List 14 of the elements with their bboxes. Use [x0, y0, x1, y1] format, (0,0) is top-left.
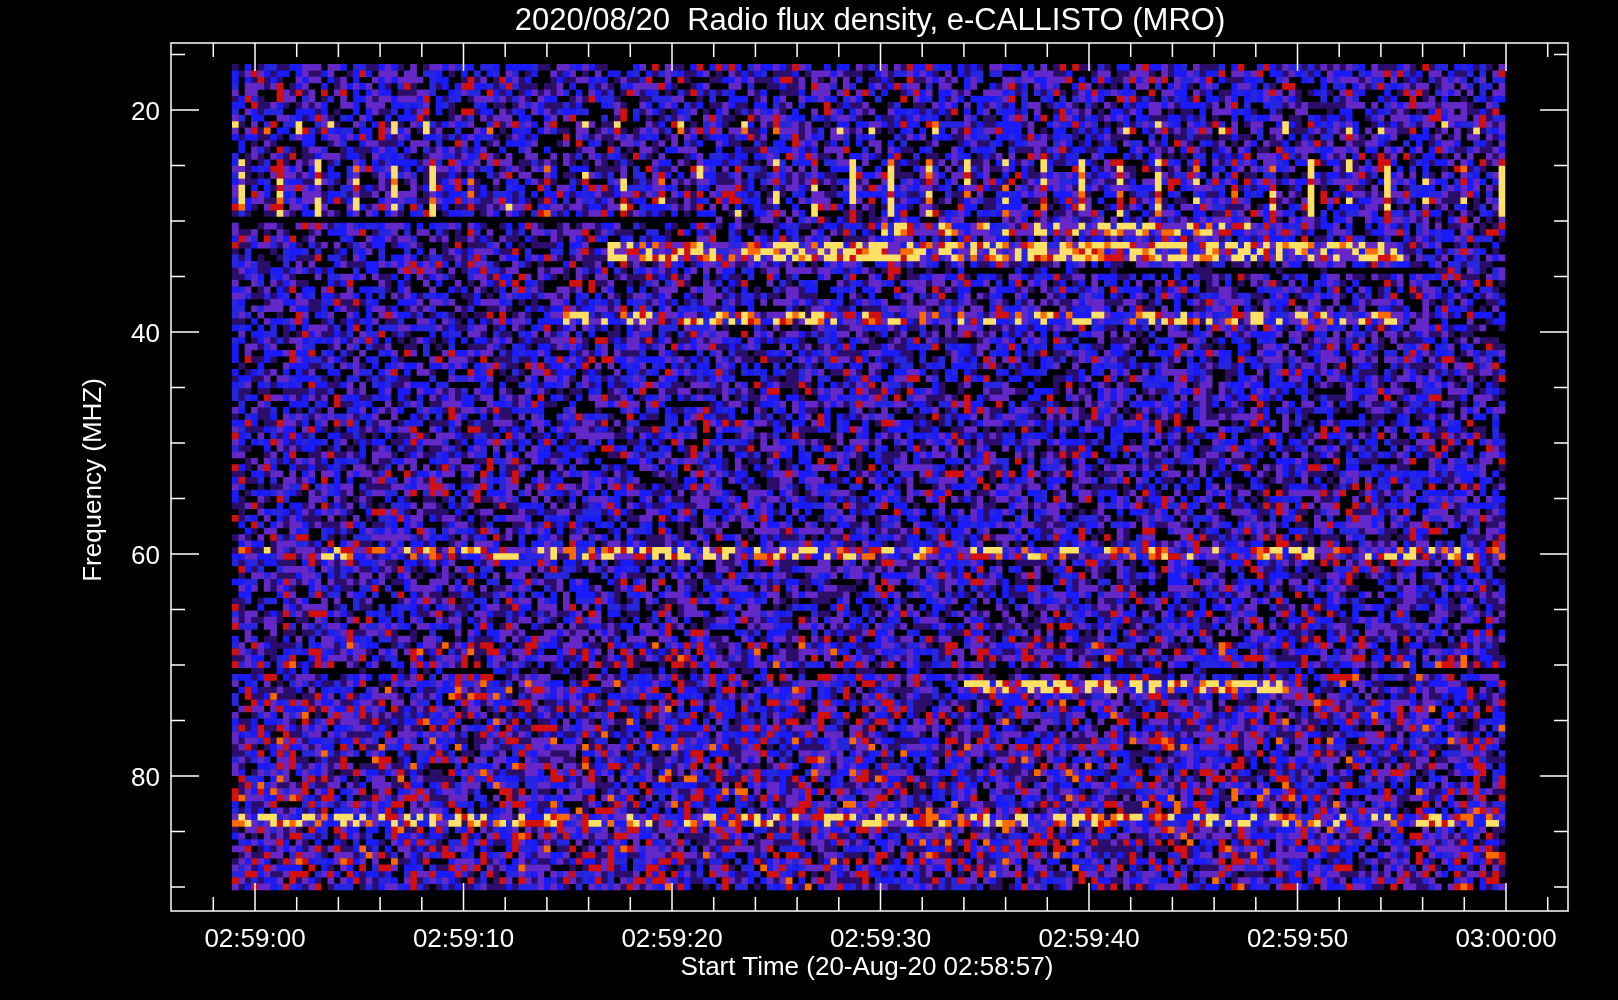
chart-title: 2020/08/20 Radio flux density, e-CALLISTO (MRO) [514, 2, 1226, 37]
x-tick-label: 02:59:30 [829, 923, 932, 953]
y-tick-label: 80 [131, 762, 160, 792]
x-tick-label: 03:00:00 [1455, 923, 1557, 953]
x-axis-label: Start Time (20-Aug-20 02:58:57) [680, 951, 1054, 981]
y-axis-label: Frequency (MHZ) [77, 378, 107, 582]
x-tick-label: 02:59:40 [1038, 923, 1140, 953]
x-tick-label: 02:59:50 [1246, 923, 1349, 953]
y-tick-label: 20 [131, 96, 160, 126]
x-tick-label: 02:59:20 [621, 923, 723, 953]
x-tick-label: 02:59:00 [204, 923, 306, 953]
y-tick-label: 40 [131, 318, 160, 348]
y-tick-label: 60 [131, 540, 160, 570]
x-tick-label: 02:59:10 [412, 923, 515, 953]
